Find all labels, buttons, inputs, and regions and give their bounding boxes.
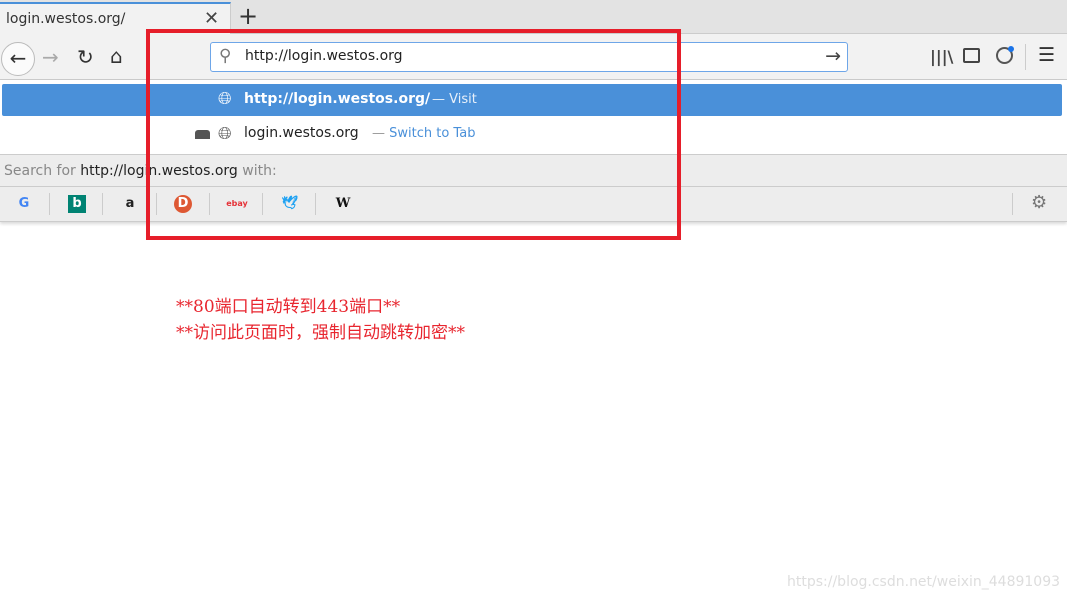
annotation-text: **80端口自动转到443端口** bbox=[176, 297, 401, 317]
tab-title: login.westos.org/ bbox=[6, 11, 126, 27]
sidebar-icon[interactable] bbox=[963, 48, 980, 63]
forward-button[interactable]: → bbox=[42, 45, 59, 69]
menu-icon[interactable]: ☰ bbox=[1038, 44, 1055, 66]
amazon-icon[interactable]: a bbox=[121, 195, 139, 213]
watermark: https://blog.csdn.net/weixin_44891093 bbox=[787, 574, 1061, 590]
home-button[interactable]: ⌂ bbox=[110, 44, 123, 68]
library-icon[interactable]: |||\ bbox=[930, 47, 953, 66]
gear-icon[interactable]: ⚙ bbox=[1031, 192, 1047, 213]
account-icon[interactable] bbox=[996, 46, 1014, 64]
bing-icon[interactable]: b bbox=[68, 195, 86, 213]
highlight-box bbox=[146, 29, 681, 240]
annotation-text: **访问此页面时，强制自动跳转加密** bbox=[176, 323, 465, 343]
new-tab-button[interactable]: + bbox=[238, 2, 258, 30]
go-arrow-icon[interactable]: → bbox=[825, 45, 841, 67]
reload-button[interactable]: ↻ bbox=[77, 45, 94, 69]
back-button[interactable]: ← bbox=[1, 42, 35, 76]
google-icon[interactable]: G bbox=[15, 195, 33, 213]
close-icon[interactable]: ✕ bbox=[204, 8, 219, 29]
divider bbox=[1025, 44, 1026, 70]
